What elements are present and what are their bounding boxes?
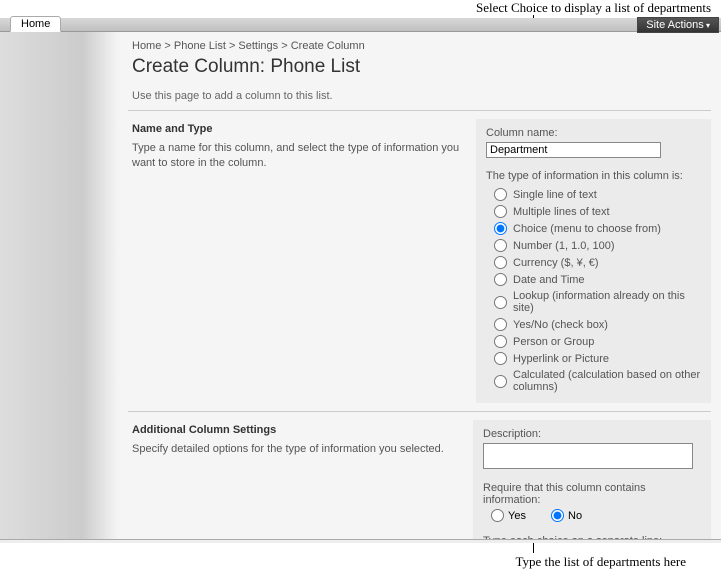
left-nav-spacer [0,32,118,543]
site-actions-menu[interactable]: Site Actions [637,17,719,33]
type-lookup[interactable]: Lookup (information already on this site… [486,288,701,316]
column-name-label: Column name: [486,127,701,139]
breadcrumb-item: Create Column [291,40,365,52]
section-desc-name-type: Type a name for this column, and select … [132,141,464,172]
page-title: Create Column: Phone List [128,54,711,86]
breadcrumb: Home > Phone List > Settings > Create Co… [128,38,711,54]
annotation-bottom: Type the list of departments here [515,554,686,570]
type-hyperlink-picture[interactable]: Hyperlink or Picture [486,350,701,367]
type-single-line[interactable]: Single line of text [486,186,701,203]
column-type-radio-list: Single line of text Multiple lines of te… [486,186,701,395]
breadcrumb-item[interactable]: Phone List [174,40,226,52]
window-bottom-edge [0,539,721,543]
top-nav-bar: Home Site Actions [0,18,721,32]
breadcrumb-item[interactable]: Settings [238,40,278,52]
column-name-input[interactable] [486,142,661,158]
type-number[interactable]: Number (1, 1.0, 100) [486,237,701,254]
require-no-radio[interactable]: No [543,509,582,522]
type-date-time[interactable]: Date and Time [486,271,701,288]
home-tab[interactable]: Home [10,16,61,32]
description-label: Description: [483,428,701,440]
breadcrumb-item[interactable]: Home [132,40,161,52]
require-yes-radio[interactable]: Yes [483,509,526,522]
type-calculated[interactable]: Calculated (calculation based on other c… [486,367,701,395]
annotation-top: Select Choice to display a list of depar… [476,0,711,16]
description-input[interactable] [483,443,693,469]
type-choice[interactable]: Choice (menu to choose from) [486,220,701,237]
require-label: Require that this column contains inform… [483,482,701,506]
type-currency[interactable]: Currency ($, ¥, €) [486,254,701,271]
section-title-name-type: Name and Type [132,123,464,135]
type-person-group[interactable]: Person or Group [486,333,701,350]
page-instruction: Use this page to add a column to this li… [128,86,711,106]
type-multi-line[interactable]: Multiple lines of text [486,203,701,220]
type-yes-no[interactable]: Yes/No (check box) [486,316,701,333]
column-type-label: The type of information in this column i… [486,170,701,182]
additional-settings-section: Additional Column Settings Specify detai… [128,411,711,543]
name-and-type-section: Name and Type Type a name for this colum… [128,110,711,411]
section-desc-additional: Specify detailed options for the type of… [132,442,461,457]
section-title-additional: Additional Column Settings [132,424,461,436]
